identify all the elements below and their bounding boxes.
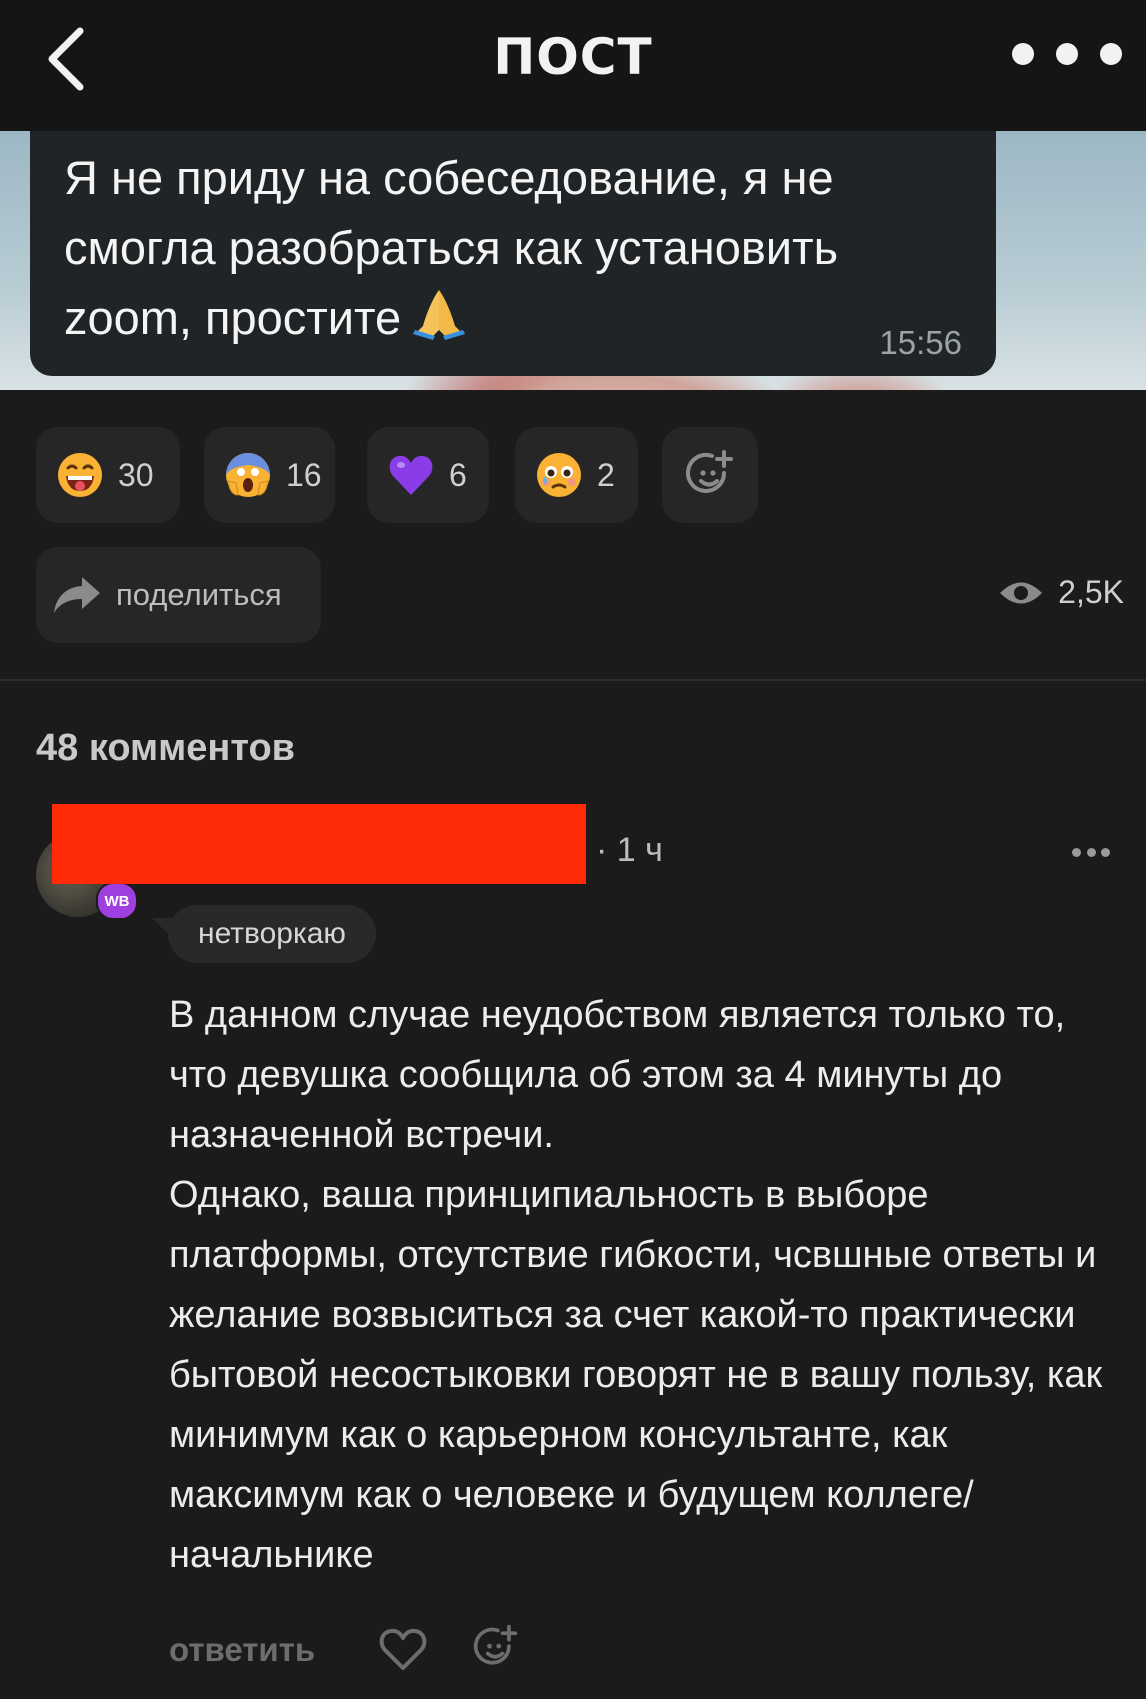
- views-count: 2,5K: [1058, 574, 1124, 610]
- page-title: ПОСТ: [493, 28, 653, 86]
- add-emoji-icon[interactable]: [472, 1624, 520, 1672]
- comment-text: В данном случае неудобством является тол…: [169, 994, 1103, 1576]
- reaction-count: 16: [286, 456, 322, 493]
- reaction-purple-heart[interactable]: 6: [367, 427, 489, 523]
- holding-back-tears-emoji: [537, 453, 581, 497]
- share-button[interactable]: поделиться: [36, 547, 321, 643]
- comment-tag: нетворкаю: [168, 905, 376, 963]
- message-time: 15:56: [879, 324, 962, 361]
- reaction-grinning[interactable]: 30: [36, 427, 180, 523]
- grinning-face-emoji: [58, 453, 102, 497]
- more-horizontal-icon: [1072, 848, 1081, 857]
- heart-icon[interactable]: [378, 1626, 428, 1672]
- reaction-count: 2: [597, 456, 615, 493]
- reaction-holding-back-tears[interactable]: 2: [515, 427, 638, 523]
- comments-count-title: 48 комментов: [36, 727, 296, 769]
- chat-bubble: Я не приду на собеседование, я не смогла…: [30, 131, 996, 376]
- eye-icon: [1000, 582, 1043, 603]
- share-label: поделиться: [116, 577, 282, 612]
- views-counter: 2,5K: [998, 574, 1124, 611]
- folded-hands-emoji: [413, 290, 466, 340]
- reaction-count: 30: [118, 456, 154, 493]
- more-dot: [1056, 43, 1078, 65]
- add-reaction-button[interactable]: [662, 427, 758, 523]
- reaction-screaming[interactable]: 16: [204, 427, 335, 523]
- screaming-face-emoji: [226, 453, 270, 497]
- post-image[interactable]: Я не приду на собеседование, я не смогла…: [0, 131, 1146, 390]
- more-options-button[interactable]: [1012, 36, 1122, 72]
- more-dot: [1086, 848, 1096, 857]
- reply-button[interactable]: ответить: [169, 1631, 315, 1669]
- wb-badge: WB: [96, 882, 138, 920]
- redacted-username: [52, 804, 586, 884]
- comment-time: · 1 ч: [596, 831, 663, 869]
- more-dot: [1101, 848, 1110, 857]
- purple-heart-emoji: [389, 455, 433, 495]
- add-emoji-icon: [686, 450, 733, 493]
- reaction-count: 6: [449, 456, 467, 493]
- more-dot: [1100, 43, 1122, 65]
- more-horizontal-icon: [1012, 43, 1034, 65]
- top-bar: ПОСТ: [0, 0, 1146, 131]
- section-divider: [0, 679, 1146, 681]
- comment-more-button[interactable]: [1072, 848, 1110, 860]
- chat-message: Я не приду на собеседование, я не смогла…: [64, 143, 964, 353]
- share-arrow-icon: [54, 577, 100, 613]
